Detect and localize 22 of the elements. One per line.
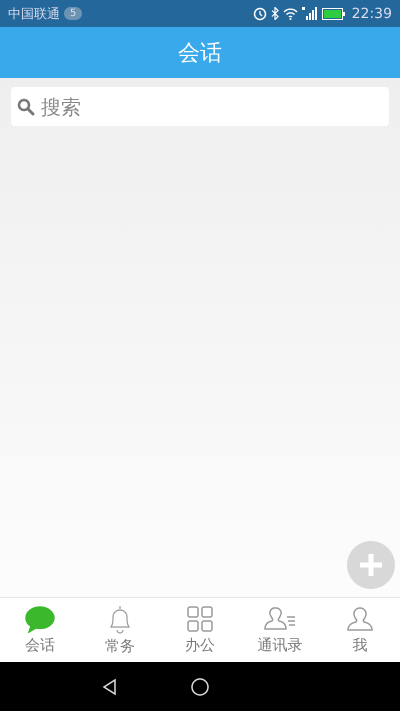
signal-icon bbox=[302, 7, 318, 20]
contacts-icon bbox=[263, 605, 297, 633]
tab[interactable]: 常务 bbox=[80, 598, 160, 662]
tab[interactable]: 会话 bbox=[0, 598, 80, 662]
clock-time: 22:39 bbox=[352, 6, 392, 22]
alarm-icon bbox=[252, 6, 267, 20]
grid-icon bbox=[186, 605, 214, 633]
home-icon[interactable] bbox=[190, 676, 210, 696]
search-field[interactable]: 搜索 bbox=[11, 87, 389, 126]
tab[interactable]: 我 bbox=[320, 598, 400, 662]
bluetooth-icon bbox=[270, 7, 279, 20]
search-icon bbox=[17, 98, 35, 116]
chat-bubble-icon bbox=[24, 605, 56, 633]
notification-count: 5 bbox=[64, 7, 82, 20]
screen-title: 会话 bbox=[178, 40, 222, 68]
tab[interactable]: 通讯录 bbox=[240, 598, 320, 662]
person-icon bbox=[346, 605, 374, 633]
battery-icon bbox=[322, 8, 346, 20]
tab[interactable]: 办公 bbox=[160, 598, 240, 662]
plus-icon bbox=[358, 552, 384, 578]
carrier-name: 中国联通 bbox=[8, 6, 60, 22]
wifi-icon bbox=[282, 8, 298, 20]
